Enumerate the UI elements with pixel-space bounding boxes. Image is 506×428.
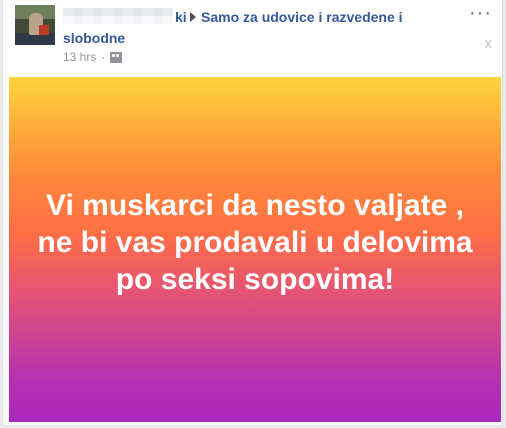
avatar-detail <box>39 25 49 35</box>
author-name-tail[interactable]: ki <box>175 8 187 26</box>
triangle-right-icon <box>190 12 196 22</box>
meta-separator: · <box>101 50 106 64</box>
author-name-redacted[interactable] <box>63 8 173 24</box>
author-avatar[interactable] <box>15 5 55 45</box>
status-background: Vi muskarci da nesto valjate , ne bi vas… <box>9 77 501 422</box>
post-card: ki Samo za udovice i razvedene i slobodn… <box>2 0 503 426</box>
close-icon[interactable]: x <box>485 36 493 52</box>
group-name-link-continued[interactable]: slobodne <box>63 29 125 47</box>
audience-icon[interactable] <box>110 51 123 63</box>
post-timestamp[interactable]: 13 hrs <box>63 50 96 64</box>
group-name-link[interactable]: Samo za udovice i razvedene i <box>201 8 441 26</box>
post-meta: 13 hrs · <box>63 50 123 64</box>
more-options-icon[interactable]: ··· <box>469 3 492 23</box>
status-text: Vi muskarci da nesto valjate , ne bi vas… <box>37 189 473 296</box>
